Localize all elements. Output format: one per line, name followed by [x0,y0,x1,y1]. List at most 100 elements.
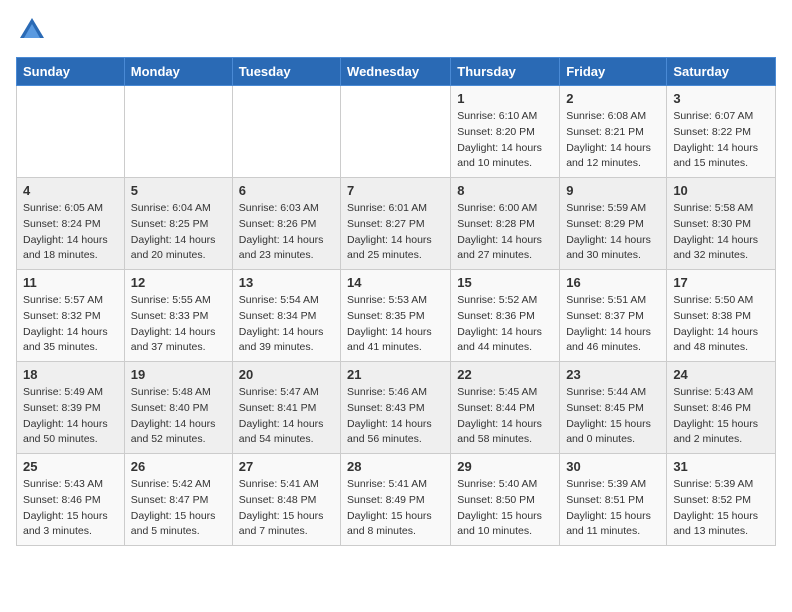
day-number: 26 [131,459,227,474]
day-cell: 26 Sunrise: 5:42 AMSunset: 8:47 PMDayligh… [124,454,232,546]
day-info: Sunrise: 6:07 AMSunset: 8:22 PMDaylight:… [673,109,770,172]
day-cell [232,86,340,178]
day-info: Sunrise: 5:59 AMSunset: 8:29 PMDaylight:… [566,201,661,264]
day-cell: 12 Sunrise: 5:55 AMSunset: 8:33 PMDayligh… [124,270,232,362]
day-cell: 14 Sunrise: 5:53 AMSunset: 8:35 PMDayligh… [341,270,451,362]
day-cell: 18 Sunrise: 5:49 AMSunset: 8:39 PMDayligh… [17,362,125,454]
day-info: Sunrise: 5:54 AMSunset: 8:34 PMDaylight:… [239,293,335,356]
day-info: Sunrise: 6:04 AMSunset: 8:25 PMDaylight:… [131,201,227,264]
day-cell: 6 Sunrise: 6:03 AMSunset: 8:26 PMDaylight… [232,178,340,270]
day-info: Sunrise: 5:42 AMSunset: 8:47 PMDaylight:… [131,477,227,540]
day-cell: 10 Sunrise: 5:58 AMSunset: 8:30 PMDayligh… [667,178,776,270]
day-cell: 15 Sunrise: 5:52 AMSunset: 8:36 PMDayligh… [451,270,560,362]
day-number: 16 [566,275,661,290]
day-cell: 5 Sunrise: 6:04 AMSunset: 8:25 PMDaylight… [124,178,232,270]
day-number: 5 [131,183,227,198]
header-cell-sunday: Sunday [17,58,125,86]
header-cell-thursday: Thursday [451,58,560,86]
day-number: 15 [457,275,554,290]
day-info: Sunrise: 5:49 AMSunset: 8:39 PMDaylight:… [23,385,119,448]
logo [16,16,46,49]
day-number: 29 [457,459,554,474]
day-info: Sunrise: 5:39 AMSunset: 8:52 PMDaylight:… [673,477,770,540]
day-info: Sunrise: 5:52 AMSunset: 8:36 PMDaylight:… [457,293,554,356]
day-cell: 22 Sunrise: 5:45 AMSunset: 8:44 PMDayligh… [451,362,560,454]
header-cell-tuesday: Tuesday [232,58,340,86]
header-cell-saturday: Saturday [667,58,776,86]
day-info: Sunrise: 6:03 AMSunset: 8:26 PMDaylight:… [239,201,335,264]
week-row-5: 25Sunrise: 5:43 AMSunset: 8:46 PMDayligh… [17,454,776,546]
day-cell: 1 Sunrise: 6:10 AMSunset: 8:20 PMDaylight… [451,86,560,178]
header-cell-friday: Friday [560,58,667,86]
day-cell: 8 Sunrise: 6:00 AMSunset: 8:28 PMDaylight… [451,178,560,270]
day-info: Sunrise: 5:41 AMSunset: 8:49 PMDaylight:… [347,477,445,540]
day-info: Sunrise: 5:39 AMSunset: 8:51 PMDaylight:… [566,477,661,540]
day-cell: 31 Sunrise: 5:39 AMSunset: 8:52 PMDayligh… [667,454,776,546]
week-row-2: 4 Sunrise: 6:05 AMSunset: 8:24 PMDaylight… [17,178,776,270]
day-number: 2 [566,91,661,106]
day-number: 6 [239,183,335,198]
day-cell: 28Sunrise: 5:41 AMSunset: 8:49 PMDayligh… [341,454,451,546]
day-info: Sunrise: 5:41 AMSunset: 8:48 PMDaylight:… [239,477,335,540]
day-cell: 4 Sunrise: 6:05 AMSunset: 8:24 PMDaylight… [17,178,125,270]
day-cell: 16 Sunrise: 5:51 AMSunset: 8:37 PMDayligh… [560,270,667,362]
day-cell [124,86,232,178]
day-number: 24 [673,367,770,382]
week-row-3: 11Sunrise: 5:57 AMSunset: 8:32 PMDayligh… [17,270,776,362]
day-info: Sunrise: 5:50 AMSunset: 8:38 PMDaylight:… [673,293,770,356]
day-cell: 24 Sunrise: 5:43 AMSunset: 8:46 PMDayligh… [667,362,776,454]
day-number: 4 [23,183,119,198]
day-number: 3 [673,91,770,106]
day-info: Sunrise: 5:43 AMSunset: 8:46 PMDaylight:… [23,477,119,540]
day-number: 10 [673,183,770,198]
day-number: 17 [673,275,770,290]
page-header [16,16,776,49]
day-info: Sunrise: 6:10 AMSunset: 8:20 PMDaylight:… [457,109,554,172]
day-number: 9 [566,183,661,198]
day-info: Sunrise: 6:01 AMSunset: 8:27 PMDaylight:… [347,201,445,264]
header-cell-wednesday: Wednesday [341,58,451,86]
day-info: Sunrise: 5:46 AMSunset: 8:43 PMDaylight:… [347,385,445,448]
day-number: 11 [23,275,119,290]
day-number: 22 [457,367,554,382]
day-cell [17,86,125,178]
calendar-table: SundayMondayTuesdayWednesdayThursdayFrid… [16,57,776,546]
day-number: 12 [131,275,227,290]
day-info: Sunrise: 5:43 AMSunset: 8:46 PMDaylight:… [673,385,770,448]
day-number: 1 [457,91,554,106]
day-number: 30 [566,459,661,474]
day-info: Sunrise: 5:44 AMSunset: 8:45 PMDaylight:… [566,385,661,448]
day-number: 8 [457,183,554,198]
day-cell: 11Sunrise: 5:57 AMSunset: 8:32 PMDayligh… [17,270,125,362]
day-cell: 19 Sunrise: 5:48 AMSunset: 8:40 PMDayligh… [124,362,232,454]
day-info: Sunrise: 6:00 AMSunset: 8:28 PMDaylight:… [457,201,554,264]
day-info: Sunrise: 5:53 AMSunset: 8:35 PMDaylight:… [347,293,445,356]
day-info: Sunrise: 5:58 AMSunset: 8:30 PMDaylight:… [673,201,770,264]
day-number: 31 [673,459,770,474]
day-info: Sunrise: 5:40 AMSunset: 8:50 PMDaylight:… [457,477,554,540]
day-cell [341,86,451,178]
day-cell: 23Sunrise: 5:44 AMSunset: 8:45 PMDayligh… [560,362,667,454]
day-info: Sunrise: 5:45 AMSunset: 8:44 PMDaylight:… [457,385,554,448]
day-number: 14 [347,275,445,290]
day-cell: 9 Sunrise: 5:59 AMSunset: 8:29 PMDaylight… [560,178,667,270]
day-cell: 13Sunrise: 5:54 AMSunset: 8:34 PMDayligh… [232,270,340,362]
day-cell: 3 Sunrise: 6:07 AMSunset: 8:22 PMDaylight… [667,86,776,178]
day-number: 19 [131,367,227,382]
day-info: Sunrise: 6:05 AMSunset: 8:24 PMDaylight:… [23,201,119,264]
day-number: 7 [347,183,445,198]
logo-icon [18,16,46,44]
header-cell-monday: Monday [124,58,232,86]
day-cell: 21 Sunrise: 5:46 AMSunset: 8:43 PMDayligh… [341,362,451,454]
day-number: 21 [347,367,445,382]
day-cell: 2 Sunrise: 6:08 AMSunset: 8:21 PMDaylight… [560,86,667,178]
day-info: Sunrise: 5:55 AMSunset: 8:33 PMDaylight:… [131,293,227,356]
day-number: 27 [239,459,335,474]
day-info: Sunrise: 5:51 AMSunset: 8:37 PMDaylight:… [566,293,661,356]
day-cell: 20Sunrise: 5:47 AMSunset: 8:41 PMDayligh… [232,362,340,454]
header-row: SundayMondayTuesdayWednesdayThursdayFrid… [17,58,776,86]
day-number: 18 [23,367,119,382]
day-info: Sunrise: 6:08 AMSunset: 8:21 PMDaylight:… [566,109,661,172]
day-cell: 27 Sunrise: 5:41 AMSunset: 8:48 PMDayligh… [232,454,340,546]
day-info: Sunrise: 5:48 AMSunset: 8:40 PMDaylight:… [131,385,227,448]
